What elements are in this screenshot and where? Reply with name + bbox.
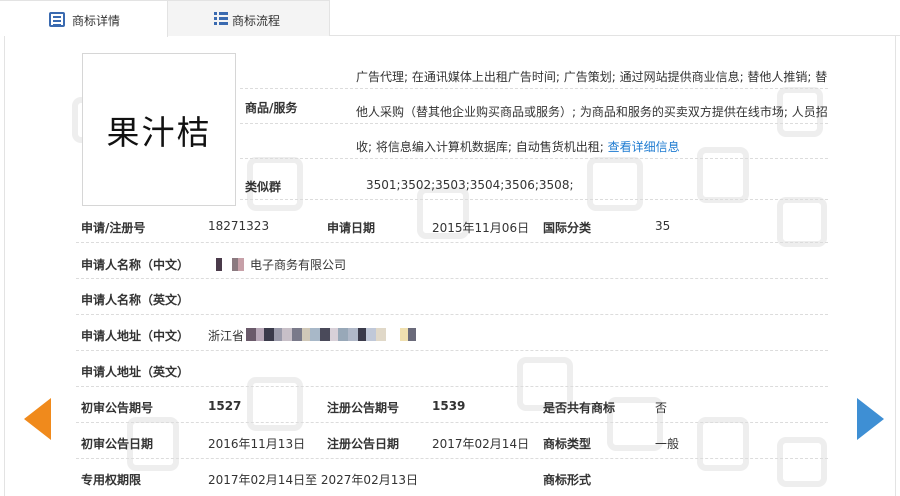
reg-no-value: 18271323	[208, 219, 270, 233]
prelim-no-label: 初审公告期号	[81, 401, 154, 415]
previous-arrow-icon[interactable]	[24, 398, 51, 440]
applicant-cn-label: 申请人名称（中文）	[81, 258, 190, 272]
similar-group-label: 类似群	[245, 180, 282, 194]
divider	[240, 199, 828, 200]
divider	[76, 314, 828, 315]
exclusive-label: 专用权期限	[81, 473, 142, 487]
divider	[240, 158, 828, 159]
intl-class-label: 国际分类	[543, 221, 592, 235]
goods-services-text: 广告代理; 在通讯媒体上出租广告时间; 广告策划; 通过网站提供商业信息; 替他…	[356, 60, 836, 165]
exclusive-value: 2017年02月14日至 2027年02月13日	[208, 473, 418, 487]
reg-pub-no-value: 1539	[432, 399, 466, 413]
next-arrow-icon[interactable]	[857, 398, 884, 440]
divider	[76, 386, 828, 387]
similar-group-value: 3501;3502;3503;3504;3506;3508;	[366, 178, 574, 192]
divider	[76, 422, 828, 423]
redacted-mosaic	[246, 328, 416, 341]
shared-value: 否	[655, 401, 668, 415]
applicant-cn-value: 电子商务有限公司	[250, 258, 347, 272]
goods-services-label: 商品/服务	[245, 101, 298, 115]
trademark-name: 果汁桔	[106, 112, 212, 152]
address-cn-label: 申请人地址（中文）	[81, 329, 190, 343]
divider	[240, 123, 828, 124]
prelim-date-label: 初审公告日期	[81, 437, 154, 451]
redacted-mosaic	[216, 258, 244, 271]
view-details-link[interactable]: 查看详细信息	[608, 140, 680, 154]
divider	[76, 278, 828, 279]
address-en-label: 申请人地址（英文）	[81, 365, 190, 379]
reg-no-label: 申请/注册号	[81, 221, 146, 235]
reg-pub-date-value: 2017年02月14日	[432, 437, 530, 451]
prelim-date-value: 2016年11月13日	[208, 437, 306, 451]
apply-date-value: 2015年11月06日	[432, 221, 530, 235]
applicant-en-label: 申请人名称（英文）	[81, 293, 190, 307]
goods-services-value: 广告代理; 在通讯媒体上出租广告时间; 广告策划; 通过网站提供商业信息; 替他…	[356, 70, 828, 154]
tm-type-label: 商标类型	[543, 437, 592, 451]
apply-date-label: 申请日期	[327, 221, 376, 235]
divider	[76, 242, 828, 243]
reg-pub-date-label: 注册公告日期	[327, 437, 400, 451]
tm-type-value: 一般	[655, 437, 680, 451]
divider	[240, 88, 828, 89]
intl-class-value: 35	[655, 219, 671, 233]
divider	[76, 458, 828, 459]
tm-form-label: 商标形式	[543, 473, 592, 487]
trademark-image: 果汁桔	[82, 53, 236, 206]
shared-label: 是否共有商标	[543, 401, 616, 415]
divider	[76, 350, 828, 351]
prelim-no-value: 1527	[208, 399, 242, 413]
reg-pub-no-label: 注册公告期号	[327, 401, 400, 415]
address-cn-value: 浙江省	[208, 329, 245, 343]
